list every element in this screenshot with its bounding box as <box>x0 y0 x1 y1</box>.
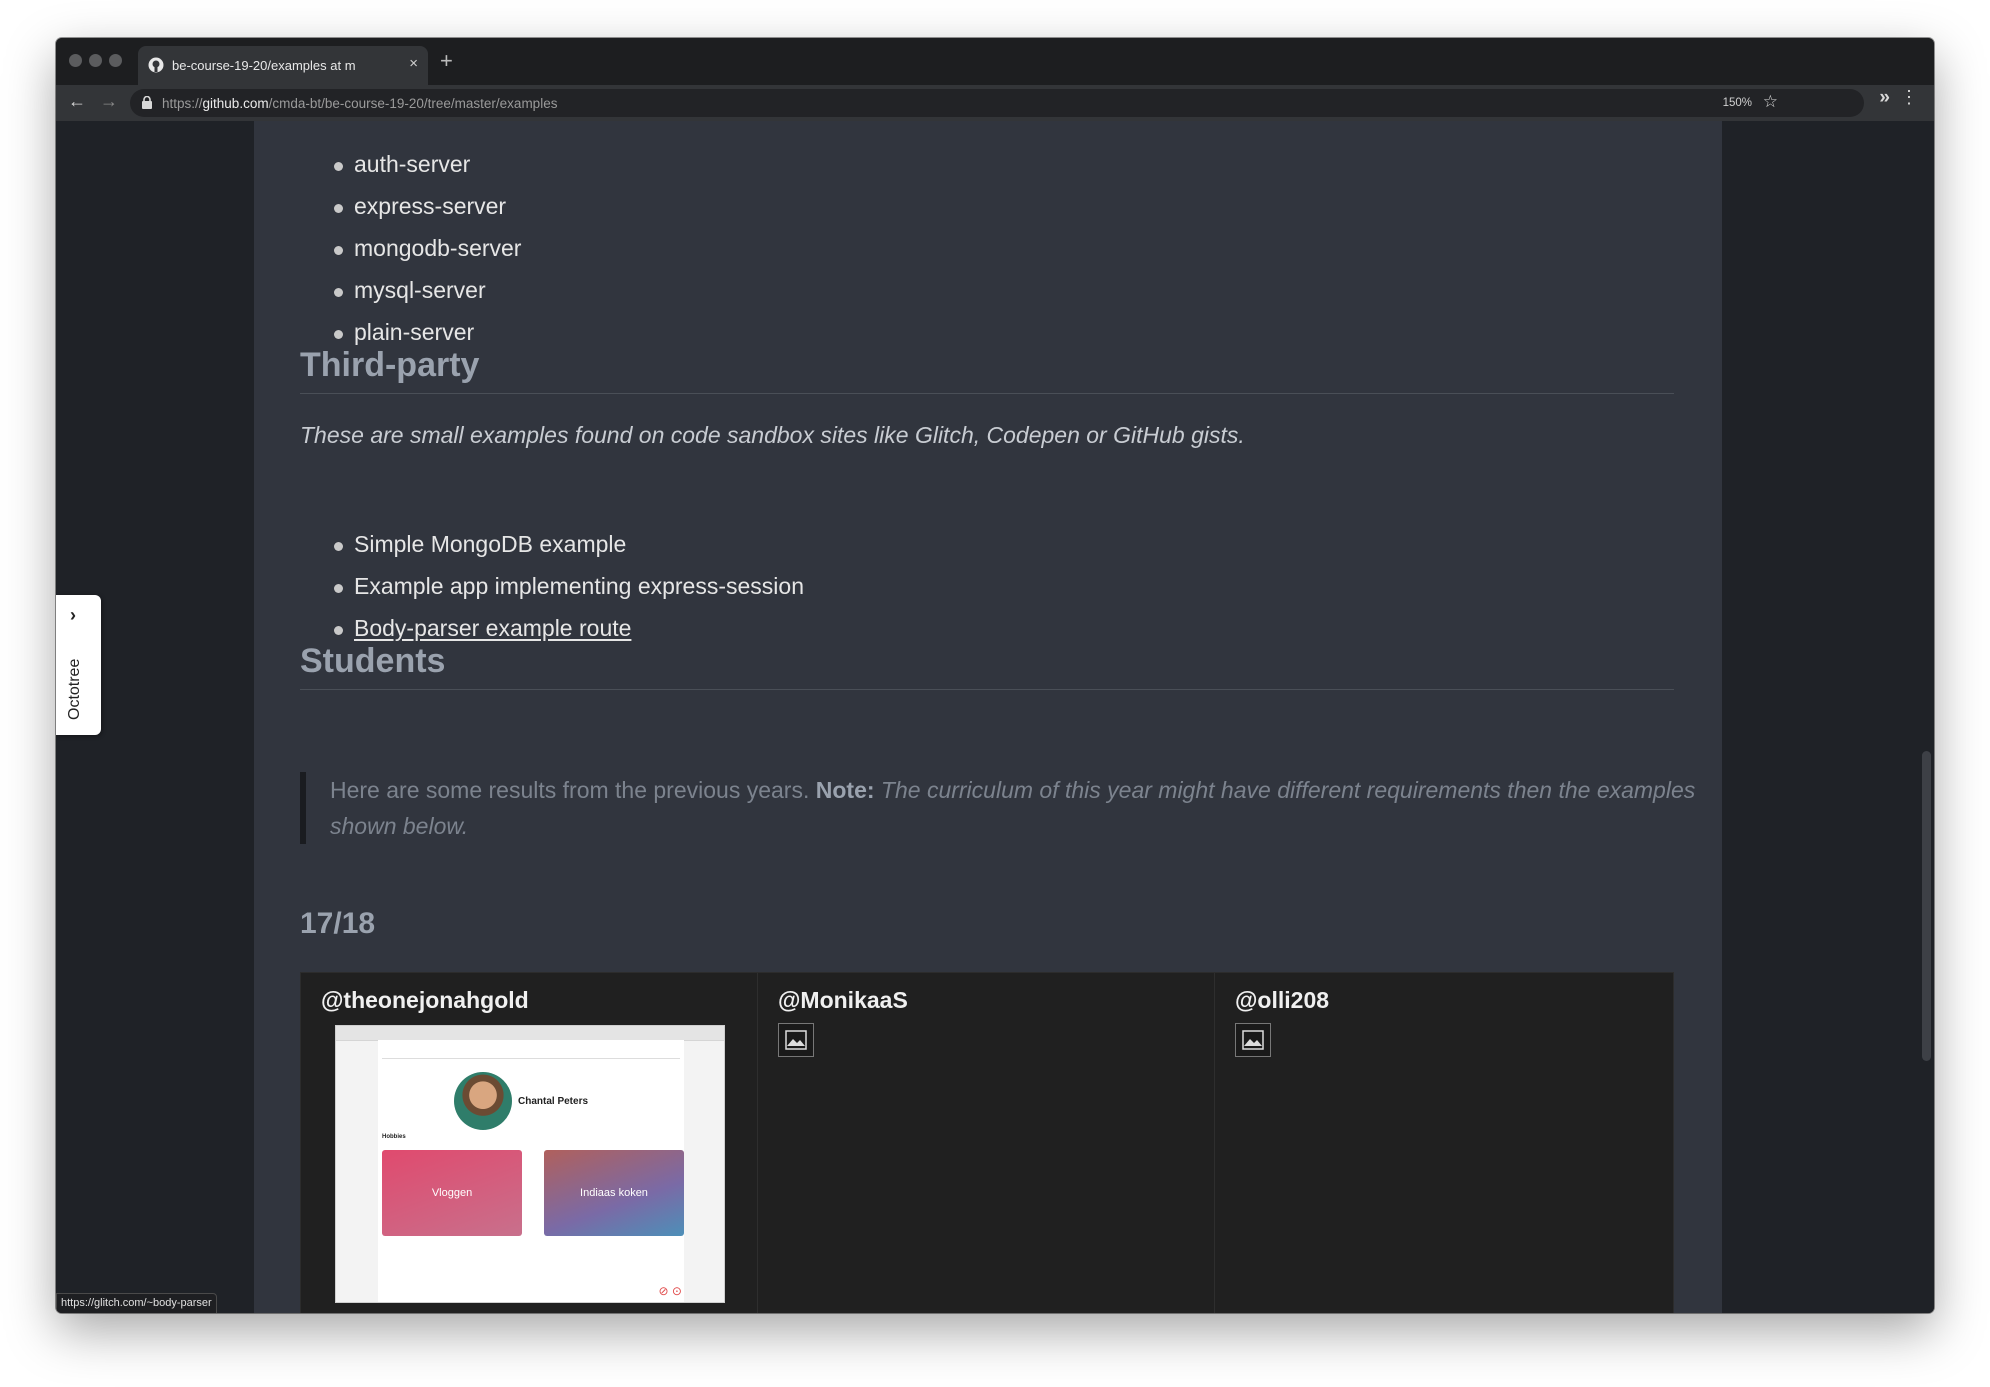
readme-content: auth-server express-server mongodb-serve… <box>254 121 1722 1313</box>
hobby-card: Indiaas koken <box>544 1150 684 1236</box>
browser-window: be-course-19-20/examples at m × + ← → ht… <box>56 38 1934 1313</box>
server-list: auth-server express-server mongodb-serve… <box>334 151 521 361</box>
title-bar: be-course-19-20/examples at m × + <box>56 38 1934 85</box>
year-heading: 17/18 <box>300 907 376 940</box>
third-party-intro: These are small examples found on code s… <box>300 422 1245 448</box>
students-table: @theonejonahgold Chantal Peters Hobbies … <box>300 972 1674 1313</box>
third-party-heading: Third-party <box>300 346 1674 394</box>
students-heading: Students <box>300 642 1674 690</box>
scrollbar[interactable] <box>1918 121 1934 1313</box>
student-screenshot[interactable]: Chantal Peters Hobbies Vloggen Indiaas k… <box>335 1025 725 1303</box>
hobby-card: Vloggen <box>382 1150 522 1236</box>
student-username: @theonejonahgold <box>321 987 529 1013</box>
browser-menu-icon[interactable]: ⋮ <box>1900 87 1918 108</box>
page-viewport: auth-server express-server mongodb-serve… <box>56 121 1934 1313</box>
new-tab-button[interactable]: + <box>440 48 453 74</box>
list-item: express-server <box>334 193 521 235</box>
avatar <box>454 1072 512 1130</box>
zoom-level[interactable]: 150% <box>1723 97 1752 109</box>
list-item: Simple MongoDB example <box>334 531 804 573</box>
list-item: mysql-server <box>334 277 521 319</box>
thumb-action-icons: ⊘ ⊙ <box>658 1284 682 1298</box>
list-item: Example app implementing express-session <box>334 573 804 615</box>
github-icon <box>148 57 164 73</box>
student-cell: @theonejonahgold Chantal Peters Hobbies … <box>301 973 758 1313</box>
status-bar-url: https://glitch.com/~body-parser <box>56 1293 217 1313</box>
thumb-header <box>382 1044 680 1059</box>
bookmark-star-icon[interactable]: ☆ <box>1763 92 1778 112</box>
note-label: Note: <box>815 777 875 803</box>
thumb-profile-name: Chantal Peters <box>518 1096 589 1107</box>
thumb-hobbies-label: Hobbies <box>382 1134 406 1140</box>
broken-image-icon[interactable] <box>1235 1023 1271 1057</box>
third-party-list: Simple MongoDB example Example app imple… <box>334 531 804 657</box>
broken-image-icon[interactable] <box>778 1023 814 1057</box>
students-note-quote: Here are some results from the previous … <box>300 772 1700 844</box>
scrollbar-thumb[interactable] <box>1922 751 1931 1061</box>
thumb-page: Chantal Peters Hobbies Vloggen Indiaas k… <box>378 1040 684 1302</box>
chevron-right-icon: › <box>70 605 76 625</box>
browser-toolbar: ← → https://github.com/cmda-bt/be-course… <box>56 85 1934 121</box>
student-cell: @MonikaaS <box>758 973 1215 1313</box>
back-icon[interactable]: ← <box>68 91 86 112</box>
address-bar[interactable]: https://github.com/cmda-bt/be-course-19-… <box>130 89 1864 117</box>
tab-title: be-course-19-20/examples at m <box>172 58 356 73</box>
url-text: https://github.com/cmda-bt/be-course-19-… <box>162 96 558 111</box>
list-item: auth-server <box>334 151 521 193</box>
student-username: @MonikaaS <box>778 987 908 1013</box>
maximize-window-button[interactable] <box>109 54 122 67</box>
browser-tab[interactable]: be-course-19-20/examples at m × <box>138 46 428 85</box>
list-item: mongodb-server <box>334 235 521 277</box>
student-username: @olli208 <box>1235 987 1330 1013</box>
close-window-button[interactable] <box>69 54 82 67</box>
lock-icon <box>142 96 152 109</box>
extensions-icon[interactable]: » <box>1879 87 1890 109</box>
forward-icon[interactable]: → <box>100 91 118 112</box>
octotree-label: Octotree <box>66 658 83 720</box>
octotree-toggle[interactable]: › Octotree <box>56 595 101 735</box>
body-parser-link[interactable]: Body-parser example route <box>354 615 631 641</box>
tab-close-icon[interactable]: × <box>409 55 418 72</box>
quote-text: Here are some results from the previous … <box>330 777 816 803</box>
student-cell: @olli208 <box>1215 973 1673 1313</box>
thumb-browser-bar <box>336 1026 724 1041</box>
minimize-window-button[interactable] <box>89 54 102 67</box>
